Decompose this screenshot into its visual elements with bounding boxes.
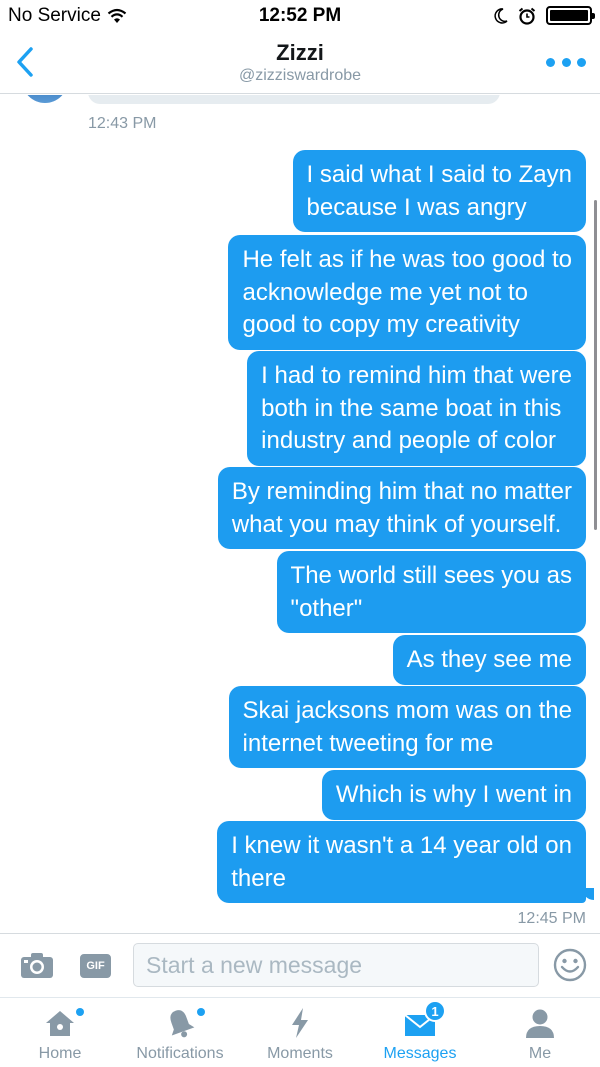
sent-message-bubble[interactable]: Skai jacksons mom was on the internet tw… — [228, 686, 586, 768]
tab-bar: Home Notifications Moments 1 Messages Me — [0, 997, 600, 1067]
battery-icon — [546, 6, 595, 25]
alarm-icon — [518, 7, 536, 25]
tab-label: Messages — [383, 1045, 457, 1062]
unread-badge: 1 — [424, 1000, 446, 1022]
more-dot-icon — [561, 57, 571, 67]
tab-me[interactable]: Me — [480, 998, 600, 1067]
gif-button[interactable]: GIF — [80, 954, 111, 978]
message-timestamp: 12:43 PM — [88, 115, 157, 132]
bell-icon — [170, 1010, 195, 1038]
message-composer: GIF — [0, 933, 600, 997]
more-dot-icon — [577, 57, 586, 67]
sent-message-bubble[interactable]: I said what I said to Zayn because I was… — [292, 150, 586, 232]
moon-icon — [494, 7, 508, 24]
tab-messages[interactable]: 1 Messages — [360, 998, 480, 1067]
more-options-button[interactable] — [546, 52, 586, 72]
new-activity-dot — [197, 1008, 205, 1016]
lightning-icon — [292, 1008, 308, 1038]
tab-label: Me — [528, 1045, 552, 1062]
message-input[interactable] — [133, 943, 539, 987]
contact-handle: @zizziswardrobe — [238, 67, 362, 84]
scrollbar[interactable] — [594, 200, 597, 530]
tab-notifications[interactable]: Notifications — [120, 998, 240, 1067]
status-right — [492, 6, 595, 25]
sender-avatar[interactable] — [22, 95, 68, 103]
more-dot-icon — [546, 57, 555, 67]
home-icon — [46, 1011, 74, 1036]
message-thread[interactable]: 12:43 PM I said what I said to Zayn beca… — [0, 95, 600, 935]
sent-message-bubble[interactable]: Which is why I went in — [321, 770, 586, 820]
tab-label: Moments — [267, 1045, 333, 1062]
smiley-icon — [553, 948, 587, 982]
sent-message-bubble[interactable]: He felt as if he was too good to acknowl… — [228, 235, 586, 350]
new-activity-dot — [76, 1008, 84, 1016]
conversation-header: Zizzi @zizziswardrobe — [0, 34, 600, 94]
emoji-button[interactable] — [553, 948, 587, 982]
received-message-bubble[interactable] — [88, 95, 500, 104]
sent-message-bubble[interactable]: By reminding him that no matter what you… — [217, 467, 586, 549]
message-timestamp: 12:45 PM — [517, 910, 586, 927]
status-bar: No Service 12:52 PM — [0, 0, 600, 34]
camera-icon — [21, 953, 53, 978]
sent-message-bubble[interactable]: I knew it wasn't a 14 year old on there — [217, 821, 586, 903]
contact-name: Zizzi — [276, 40, 324, 65]
tab-label: Notifications — [136, 1045, 224, 1062]
sent-message-bubble[interactable]: The world still sees you as "other" — [276, 551, 586, 633]
tab-moments[interactable]: Moments — [240, 998, 360, 1067]
sent-message-bubble[interactable]: As they see me — [392, 635, 586, 685]
tab-label: Home — [38, 1045, 82, 1062]
sent-message-bubble[interactable]: I had to remind him that were both in th… — [247, 351, 586, 466]
person-icon — [526, 1009, 554, 1038]
tab-home[interactable]: Home — [0, 998, 120, 1067]
camera-button[interactable] — [20, 951, 54, 979]
